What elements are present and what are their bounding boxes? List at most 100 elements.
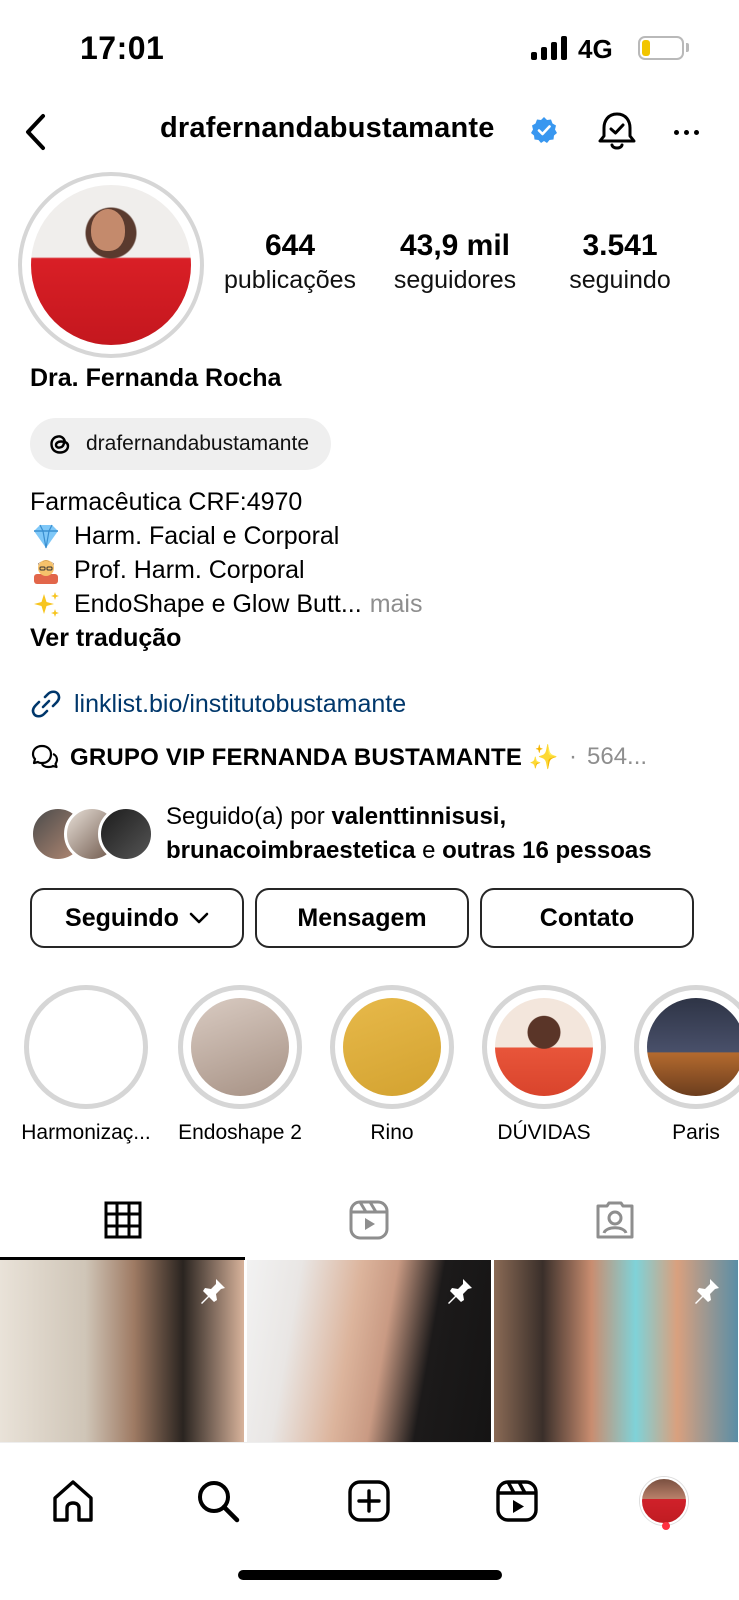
highlight-ring xyxy=(330,985,454,1109)
link-text: linklist.bio/institutobustamante xyxy=(74,689,407,718)
status-time: 17:01 xyxy=(80,30,165,66)
post-thumbnail[interactable] xyxy=(494,1260,738,1442)
following-label: seguindo xyxy=(569,266,671,294)
network-label: 4G xyxy=(578,34,613,64)
link-icon xyxy=(31,690,61,718)
highlight-ring xyxy=(24,985,148,1109)
bio-line: Farmacêutica CRF:4970 xyxy=(30,485,422,519)
bio-text: Harm. Facial e Corporal xyxy=(74,522,340,550)
stat-following[interactable]: 3.541 seguindo xyxy=(560,228,680,296)
back-arrow-icon xyxy=(26,114,45,150)
mutual-followers-avatars xyxy=(30,806,154,862)
threads-badge[interactable]: drafernandabustamante xyxy=(30,418,331,470)
tab-tagged[interactable] xyxy=(492,1180,738,1260)
home-indicator[interactable] xyxy=(238,1570,502,1580)
display-name: Dra. Fernanda Rocha xyxy=(30,364,282,392)
tab-posts[interactable] xyxy=(0,1180,246,1260)
followers-label: seguidores xyxy=(393,266,517,294)
nav-home[interactable] xyxy=(43,1471,103,1531)
story-highlight[interactable]: Harmonizaç... xyxy=(21,985,151,1145)
bio-line: EndoShape e Glow Butt... mais xyxy=(30,587,422,621)
bio-line: Harm. Facial e Corporal xyxy=(30,519,422,553)
profile-username: drafernandabustamante xyxy=(160,112,495,144)
tab-reels[interactable] xyxy=(246,1180,492,1260)
verified-badge-icon xyxy=(531,117,557,143)
highlight-label: Harmonizaç... xyxy=(21,1121,151,1144)
home-icon xyxy=(53,1480,93,1522)
followed-by[interactable]: Seguido(a) por valenttinnisusi, brunacoi… xyxy=(30,800,652,868)
followed-by-text: Seguido(a) por valenttinnisusi, brunacoi… xyxy=(166,800,652,868)
signal-icon xyxy=(531,36,567,60)
highlight-ring xyxy=(178,985,302,1109)
profile-tabs xyxy=(0,1180,739,1260)
sparkles-icon xyxy=(34,592,59,617)
profile-photo xyxy=(31,185,191,345)
bio-text: Prof. Harm. Corporal xyxy=(74,556,305,584)
highlight-cover xyxy=(495,998,593,1096)
following-button[interactable]: Seguindo xyxy=(30,888,244,948)
story-highlight[interactable]: Rino xyxy=(330,985,454,1145)
highlight-label: Paris xyxy=(672,1121,720,1144)
battery-tip xyxy=(686,43,689,52)
profile-avatar xyxy=(640,1477,688,1525)
reels-icon xyxy=(496,1480,538,1522)
message-button-label: Mensagem xyxy=(297,903,427,932)
battery-icon xyxy=(638,36,684,60)
bio-line: Prof. Harm. Corporal xyxy=(30,553,422,587)
see-translation-link[interactable]: Ver tradução xyxy=(30,621,422,655)
bio-text: EndoShape e Glow Butt... xyxy=(74,590,362,618)
grid-icon xyxy=(104,1201,142,1239)
tagged-icon xyxy=(596,1201,634,1239)
highlight-label: DÚVIDAS xyxy=(497,1121,591,1144)
highlight-cover xyxy=(37,998,135,1096)
highlight-cover xyxy=(343,998,441,1096)
followers-count: 43,9 mil xyxy=(399,229,511,262)
channel-title: GRUPO VIP FERNANDA BUSTAMANTE ✨ xyxy=(70,743,559,771)
reels-icon xyxy=(349,1200,389,1240)
nav-reels[interactable] xyxy=(487,1471,547,1531)
teacher-icon xyxy=(34,560,58,584)
more-options-button[interactable] xyxy=(664,110,708,154)
mutual-others[interactable]: outras 16 pessoas xyxy=(442,837,651,864)
status-bar: 17:01 4G xyxy=(0,0,739,100)
notification-bell-button[interactable] xyxy=(592,106,642,156)
posts-count: 644 xyxy=(264,229,316,262)
message-button[interactable]: Mensagem xyxy=(255,888,469,948)
post-thumbnail[interactable] xyxy=(247,1260,491,1442)
posts-grid xyxy=(0,1260,739,1442)
bio-more-link[interactable]: mais xyxy=(370,587,423,621)
highlight-cover xyxy=(647,998,739,1096)
channel-separator: · xyxy=(569,743,577,770)
broadcast-channel[interactable]: GRUPO VIP FERNANDA BUSTAMANTE ✨ · 564... xyxy=(30,742,647,772)
threads-handle: drafernandabustamante xyxy=(86,432,309,455)
story-highlight[interactable]: DÚVIDAS xyxy=(482,985,606,1145)
bio: Farmacêutica CRF:4970 Harm. Facial e Cor… xyxy=(30,485,422,655)
profile-avatar[interactable] xyxy=(18,172,204,358)
bio-link[interactable]: linklist.bio/institutobustamante xyxy=(30,688,406,720)
gem-icon xyxy=(34,524,58,549)
story-highlight[interactable]: Endoshape 2 xyxy=(178,985,302,1145)
channel-icon xyxy=(31,744,59,769)
search-icon xyxy=(198,1481,240,1523)
posts-label: publicações xyxy=(223,266,357,294)
avatar xyxy=(98,806,154,862)
contact-button[interactable]: Contato xyxy=(480,888,694,948)
post-thumbnail[interactable] xyxy=(0,1260,244,1442)
notification-bell-icon xyxy=(598,112,636,150)
bio-text: Farmacêutica CRF:4970 xyxy=(30,488,303,516)
highlight-cover xyxy=(191,998,289,1096)
comma: , xyxy=(499,803,507,830)
mutual-user-1[interactable]: valenttinnisusi xyxy=(331,803,499,830)
highlight-label: Rino xyxy=(370,1121,414,1144)
mutual-user-2[interactable]: brunacoimbraestetica xyxy=(166,837,415,864)
highlight-label: Endoshape 2 xyxy=(178,1121,302,1144)
stat-posts[interactable]: 644 publicações xyxy=(218,228,362,296)
nav-create[interactable] xyxy=(339,1471,399,1531)
story-highlight[interactable]: Paris xyxy=(634,985,739,1145)
chevron-down-icon xyxy=(189,912,209,924)
nav-search[interactable] xyxy=(188,1471,248,1531)
stat-followers[interactable]: 43,9 mil seguidores xyxy=(385,228,525,296)
notification-dot xyxy=(662,1522,670,1530)
back-button[interactable] xyxy=(14,108,58,156)
following-count: 3.541 xyxy=(582,229,658,262)
